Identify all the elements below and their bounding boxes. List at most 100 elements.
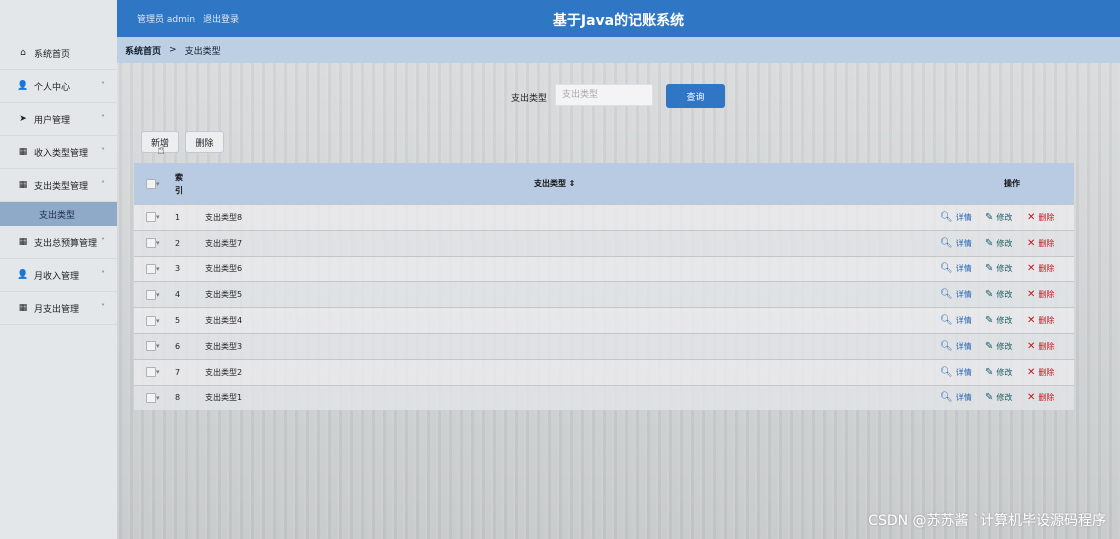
table-row: ▾ 1 支出类型8 🔍︎ 详情 ✎ 修改 ✕ 删除	[134, 204, 1074, 230]
header: 管理员 admin 退出登录 基于Java的记账系统	[117, 0, 1120, 37]
header-type[interactable]: 支出类型 ⇕	[534, 178, 576, 189]
edit-button[interactable]: ✎ 修改	[985, 392, 1012, 403]
breadcrumb-home[interactable]: 系统首页	[125, 44, 161, 57]
pencil-icon: ✎	[985, 289, 994, 301]
table-header: ▾ 索 引 支出类型 ⇕ 操作	[134, 163, 1074, 204]
edit-button[interactable]: ✎ 修改	[985, 341, 1012, 352]
sidebar-item-label: 用户管理	[34, 115, 71, 126]
delete-row-button[interactable]: ✕ 删除	[1027, 367, 1054, 378]
row-checkbox-caret: ▾	[156, 393, 160, 402]
edit-button[interactable]: ✎ 修改	[985, 367, 1012, 378]
edit-label: 修改	[996, 290, 1013, 300]
close-icon: ✕	[1027, 263, 1036, 275]
detail-button[interactable]: 🔍︎ 详情	[940, 263, 972, 274]
delete-row-button[interactable]: ✕ 删除	[1027, 212, 1054, 223]
search-button[interactable]: 查询	[666, 84, 725, 108]
select-all-checkbox[interactable]	[146, 179, 156, 189]
detail-button[interactable]: 🔍︎ 详情	[940, 341, 972, 352]
detail-button[interactable]: 🔍︎ 详情	[940, 367, 972, 378]
table-row: ▾ 7 支出类型2 🔍︎ 详情 ✎ 修改 ✕ 删除	[134, 358, 1074, 385]
close-icon: ✕	[1027, 392, 1036, 404]
row-index: 1	[175, 212, 181, 222]
delete-label: 删除	[1038, 290, 1055, 300]
search-input[interactable]	[555, 84, 653, 106]
search-icon: 🔍︎	[940, 392, 953, 404]
row-type-name: 支出类型4	[205, 316, 243, 326]
send-icon: ➤	[19, 114, 27, 124]
row-checkbox-caret: ▾	[156, 264, 160, 273]
row-checkbox[interactable]	[146, 289, 156, 300]
delete-row-button[interactable]: ✕ 删除	[1027, 392, 1054, 403]
close-icon: ✕	[1027, 237, 1036, 249]
select-all-caret: ▾	[156, 180, 160, 188]
sidebar-item-label: 月支出管理	[34, 304, 80, 315]
table-row: ▾ 4 支出类型5 🔍︎ 详情 ✎ 修改 ✕ 删除	[134, 281, 1074, 308]
delete-row-button[interactable]: ✕ 删除	[1027, 315, 1054, 326]
edit-label: 修改	[996, 238, 1013, 248]
edit-button[interactable]: ✎ 修改	[985, 212, 1012, 223]
delete-label: 删除	[1038, 238, 1055, 248]
pencil-icon: ✎	[985, 237, 994, 249]
sidebar: ⌂ 系统首页 👤 个人中心 ˅ ➤ 用户管理 ˅ ▦ 收入类型管理 ˅ ▦ 支出类型管理 ˄ 支出类型 ▦ 支出…	[0, 0, 118, 539]
row-checkbox[interactable]	[146, 263, 156, 274]
detail-label: 详情	[955, 393, 972, 403]
detail-button[interactable]: 🔍︎ 详情	[940, 212, 972, 223]
sidebar-item[interactable]: ▦ 支出类型管理 ˄	[0, 169, 117, 202]
delete-row-button[interactable]: ✕ 删除	[1027, 341, 1054, 352]
user-icon: 👤	[17, 81, 29, 91]
chevron-icon: ˅	[101, 114, 105, 123]
detail-button[interactable]: 🔍︎ 详情	[940, 289, 972, 300]
pencil-icon: ✎	[985, 340, 994, 352]
delete-label: 删除	[1038, 341, 1055, 351]
close-icon: ✕	[1027, 211, 1036, 223]
detail-label: 详情	[955, 316, 972, 326]
sidebar-item[interactable]: ⌂ 系统首页	[0, 37, 117, 70]
sidebar-item[interactable]: 👤 个人中心 ˅	[0, 70, 117, 103]
row-checkbox[interactable]	[146, 341, 156, 352]
chevron-icon: ˅	[101, 303, 105, 312]
sidebar-item-label: 系统首页	[34, 49, 71, 60]
search-icon: 🔍︎	[940, 340, 953, 352]
delete-label: 删除	[1038, 316, 1055, 326]
sidebar-item[interactable]: ➤ 用户管理 ˅	[0, 103, 117, 136]
row-checkbox[interactable]	[146, 238, 156, 249]
delete-button[interactable]: 删除	[185, 131, 224, 153]
detail-button[interactable]: 🔍︎ 详情	[940, 392, 972, 403]
row-checkbox[interactable]	[146, 367, 156, 378]
sidebar-subitem-active[interactable]: 支出类型	[0, 202, 117, 226]
sidebar-item[interactable]: ▦ 月支出管理 ˅	[0, 292, 117, 325]
sidebar-item[interactable]: ▦ 支出总预算管理 ˅	[0, 226, 117, 259]
header-ops: 操作	[1004, 179, 1020, 188]
row-checkbox[interactable]	[146, 315, 156, 326]
detail-button[interactable]: 🔍︎ 详情	[940, 238, 972, 249]
edit-button[interactable]: ✎ 修改	[985, 315, 1012, 326]
close-icon: ✕	[1027, 315, 1036, 327]
close-icon: ✕	[1027, 340, 1036, 352]
row-checkbox[interactable]	[146, 212, 156, 223]
delete-label: 删除	[1038, 393, 1055, 403]
pencil-icon: ✎	[985, 263, 994, 275]
row-index: 5	[175, 316, 181, 326]
row-checkbox-caret: ▾	[156, 368, 160, 377]
sidebar-top	[0, 0, 117, 37]
edit-button[interactable]: ✎ 修改	[985, 238, 1012, 249]
row-checkbox-caret: ▾	[156, 316, 160, 325]
sidebar-item-label: 支出类型管理	[34, 181, 89, 192]
table-row: ▾ 8 支出类型1 🔍︎ 详情 ✎ 修改 ✕ 删除	[134, 384, 1074, 411]
delete-row-button[interactable]: ✕ 删除	[1027, 238, 1054, 249]
sidebar-item-label: 支出总预算管理	[34, 238, 98, 249]
sidebar-item[interactable]: ▦ 收入类型管理 ˅	[0, 136, 117, 169]
grid-icon: ▦	[18, 180, 28, 190]
sidebar-menu: ⌂ 系统首页 👤 个人中心 ˅ ➤ 用户管理 ˅ ▦ 收入类型管理 ˅ ▦ 支出类型管理 ˄ 支出类型 ▦ 支出…	[0, 37, 117, 325]
row-checkbox[interactable]	[146, 392, 156, 403]
edit-button[interactable]: ✎ 修改	[985, 263, 1012, 274]
pencil-icon: ✎	[985, 392, 994, 404]
row-checkbox-caret: ▾	[156, 290, 160, 299]
delete-row-button[interactable]: ✕ 删除	[1027, 289, 1054, 300]
delete-row-button[interactable]: ✕ 删除	[1027, 263, 1054, 274]
row-checkbox-caret: ▾	[156, 213, 160, 222]
detail-button[interactable]: 🔍︎ 详情	[940, 315, 972, 326]
sidebar-item[interactable]: 👤 月收入管理 ˅	[0, 259, 117, 292]
edit-button[interactable]: ✎ 修改	[985, 289, 1012, 300]
pencil-icon: ✎	[985, 211, 994, 223]
